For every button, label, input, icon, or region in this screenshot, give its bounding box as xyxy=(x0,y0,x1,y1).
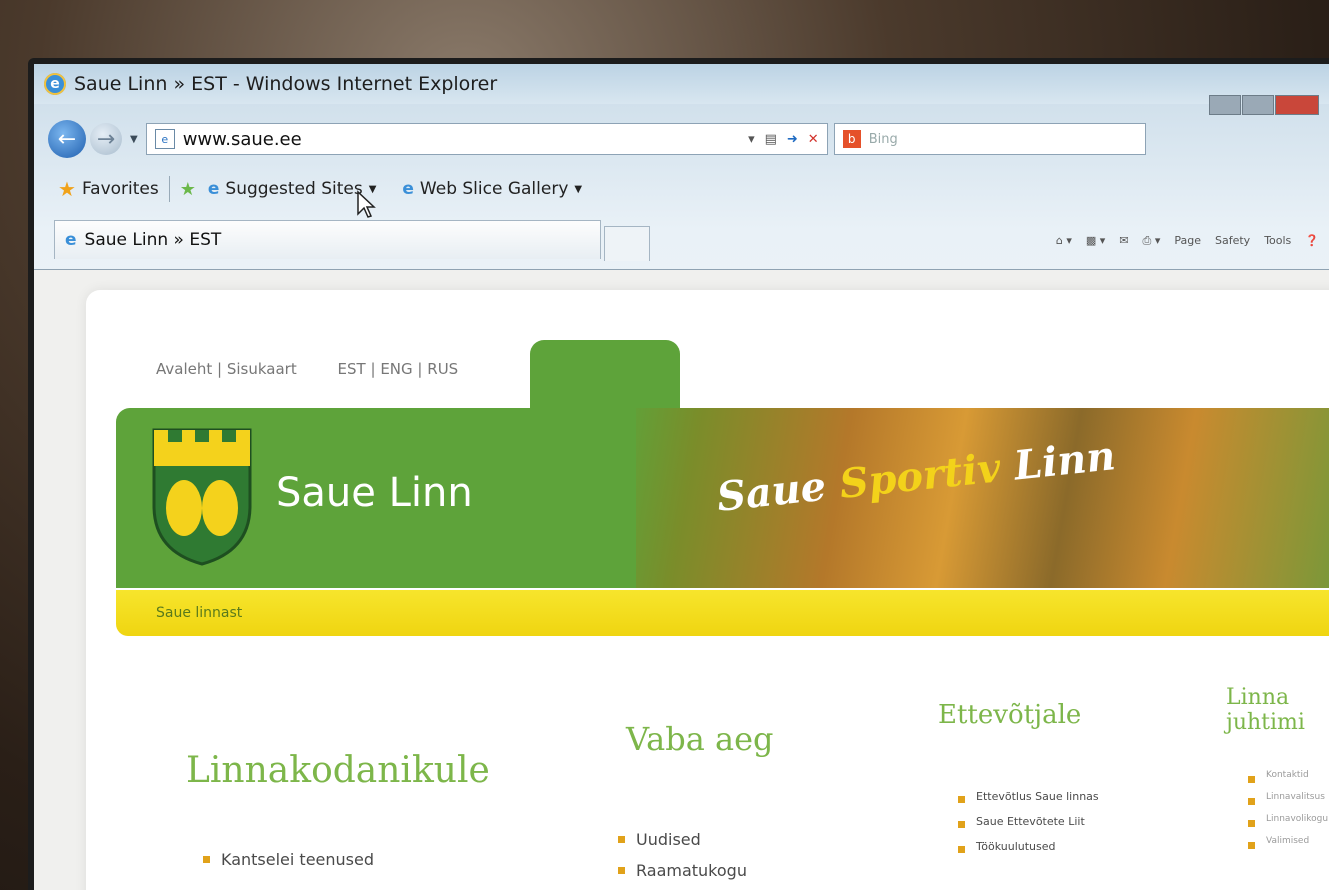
column-title-ettevotjale[interactable]: Ettevõtjale xyxy=(938,700,1081,730)
tab-ie-icon: e xyxy=(65,230,77,250)
language-switcher: EST | ENG | RUS xyxy=(338,360,459,378)
list-item[interactable]: Raamatukogu xyxy=(616,861,747,880)
window-title: Saue Linn » EST - Windows Internet Explo… xyxy=(74,73,498,95)
site-name[interactable]: Saue Linn xyxy=(276,470,473,516)
list-item[interactable]: Ettevõtlus Saue linnas xyxy=(956,790,1099,803)
address-tools: ▾ ▤ ➜ ✕ xyxy=(748,132,827,147)
web-slice-dropdown-icon[interactable]: ▼ xyxy=(574,184,582,195)
subnav-link-saue-linnast[interactable]: Saue linnast xyxy=(156,605,242,621)
forward-button[interactable]: → xyxy=(90,123,122,155)
nav-link-sisukaart[interactable]: Sisukaart xyxy=(227,360,297,378)
title-bar: e Saue Linn » EST - Windows Internet Exp… xyxy=(34,64,1329,104)
ie-logo-icon: e xyxy=(44,73,66,95)
list-item[interactable]: Kontaktid xyxy=(1246,770,1328,783)
suggested-sites-button[interactable]: Suggested Sites xyxy=(225,179,362,199)
favorites-button[interactable]: Favorites xyxy=(82,179,159,199)
lang-eng[interactable]: ENG xyxy=(380,360,412,378)
list-item[interactable]: Valimised xyxy=(1246,836,1328,849)
close-button[interactable] xyxy=(1275,95,1319,115)
list-vaba-aeg: Uudised Raamatukogu xyxy=(616,830,747,890)
suggested-sites-icon: e xyxy=(207,179,220,199)
favorites-bar: ★ Favorites ★ e Suggested Sites ▼ e Web … xyxy=(34,169,1329,209)
web-slice-gallery-button[interactable]: Web Slice Gallery xyxy=(420,179,568,199)
divider: | xyxy=(417,360,423,378)
feeds-icon[interactable]: ▩ ▾ xyxy=(1086,234,1105,248)
search-box[interactable]: b Bing xyxy=(833,123,1146,155)
mouse-cursor-icon xyxy=(357,190,376,218)
stop-icon[interactable]: ✕ xyxy=(808,132,819,147)
address-input[interactable]: www.saue.ee xyxy=(183,129,748,150)
list-item[interactable]: Kantselei teenused xyxy=(201,850,374,869)
list-linnakodanikule: Kantselei teenused xyxy=(201,850,374,881)
back-button[interactable]: ← xyxy=(48,120,86,158)
bing-icon: b xyxy=(842,130,861,148)
page-viewport: Avaleht | Sisukaart EST | ENG | RUS Saue… xyxy=(34,269,1329,890)
browser-window: e Saue Linn » EST - Windows Internet Exp… xyxy=(34,64,1329,890)
history-dropdown-icon[interactable]: ▼ xyxy=(130,134,138,145)
web-slice-icon: e xyxy=(402,179,414,199)
coat-of-arms-icon[interactable] xyxy=(150,426,254,566)
divider xyxy=(168,176,170,202)
maximize-button[interactable] xyxy=(1242,95,1274,115)
help-icon[interactable]: ❓ xyxy=(1305,234,1319,248)
lang-est[interactable]: EST xyxy=(338,360,366,378)
safety-menu[interactable]: Safety xyxy=(1215,234,1250,248)
list-item[interactable]: Uudised xyxy=(616,830,747,849)
mail-icon[interactable]: ✉ xyxy=(1119,234,1128,248)
add-favorite-icon[interactable]: ★ xyxy=(180,179,196,200)
navigation-row: ← → ▼ e www.saue.ee ▾ ▤ ➜ ✕ b Bing xyxy=(34,114,1329,164)
column-title-linna-juhtimine[interactable]: Linna juhtimi xyxy=(1226,685,1329,735)
refresh-icon[interactable]: ➜ xyxy=(787,132,798,147)
list-item[interactable]: Töökuulutused xyxy=(956,840,1099,853)
page-icon: e xyxy=(154,129,175,149)
minimize-button[interactable] xyxy=(1209,95,1241,115)
command-bar: ⌂ ▾ ▩ ▾ ✉ ⎙ ▾ Page Safety Tools ❓ xyxy=(1056,234,1319,248)
compatibility-icon[interactable]: ▤ xyxy=(765,132,777,147)
window-controls xyxy=(1208,95,1319,115)
sub-navigation-bar: Saue linnast xyxy=(116,590,1329,636)
search-input[interactable]: Bing xyxy=(869,132,898,147)
tab-label: Saue Linn » EST xyxy=(84,230,222,250)
print-icon[interactable]: ⎙ ▾ xyxy=(1143,234,1161,248)
address-dropdown-icon[interactable]: ▾ xyxy=(748,132,755,147)
list-ettevotjale: Ettevõtlus Saue linnas Saue Ettevõtete L… xyxy=(956,790,1099,865)
column-title-linnakodanikule[interactable]: Linnakodanikule xyxy=(186,750,490,791)
lang-rus[interactable]: RUS xyxy=(427,360,458,378)
favorites-star-icon: ★ xyxy=(58,177,76,201)
divider: | xyxy=(217,360,227,378)
top-navigation: Avaleht | Sisukaart EST | ENG | RUS xyxy=(156,360,458,378)
list-item[interactable]: Saue Ettevõtete Liit xyxy=(956,815,1099,828)
page-menu[interactable]: Page xyxy=(1174,234,1201,248)
list-linna-juhtimine: Kontaktid Linnavalitsus Linnavolikogu Va… xyxy=(1246,770,1328,858)
new-tab-button[interactable] xyxy=(604,226,650,261)
web-page: Avaleht | Sisukaart EST | ENG | RUS Saue… xyxy=(86,290,1329,890)
home-icon[interactable]: ⌂ ▾ xyxy=(1056,234,1072,248)
nav-link-avaleht[interactable]: Avaleht xyxy=(156,360,212,378)
list-item[interactable]: Linnavalitsus xyxy=(1246,792,1328,805)
divider: | xyxy=(370,360,376,378)
tab-saue-linn[interactable]: e Saue Linn » EST xyxy=(54,220,601,259)
column-title-vaba-aeg[interactable]: Vaba aeg xyxy=(626,720,773,758)
address-bar[interactable]: e www.saue.ee ▾ ▤ ➜ ✕ xyxy=(145,123,828,155)
tools-menu[interactable]: Tools xyxy=(1264,234,1291,248)
list-item[interactable]: Linnavolikogu xyxy=(1246,814,1328,827)
